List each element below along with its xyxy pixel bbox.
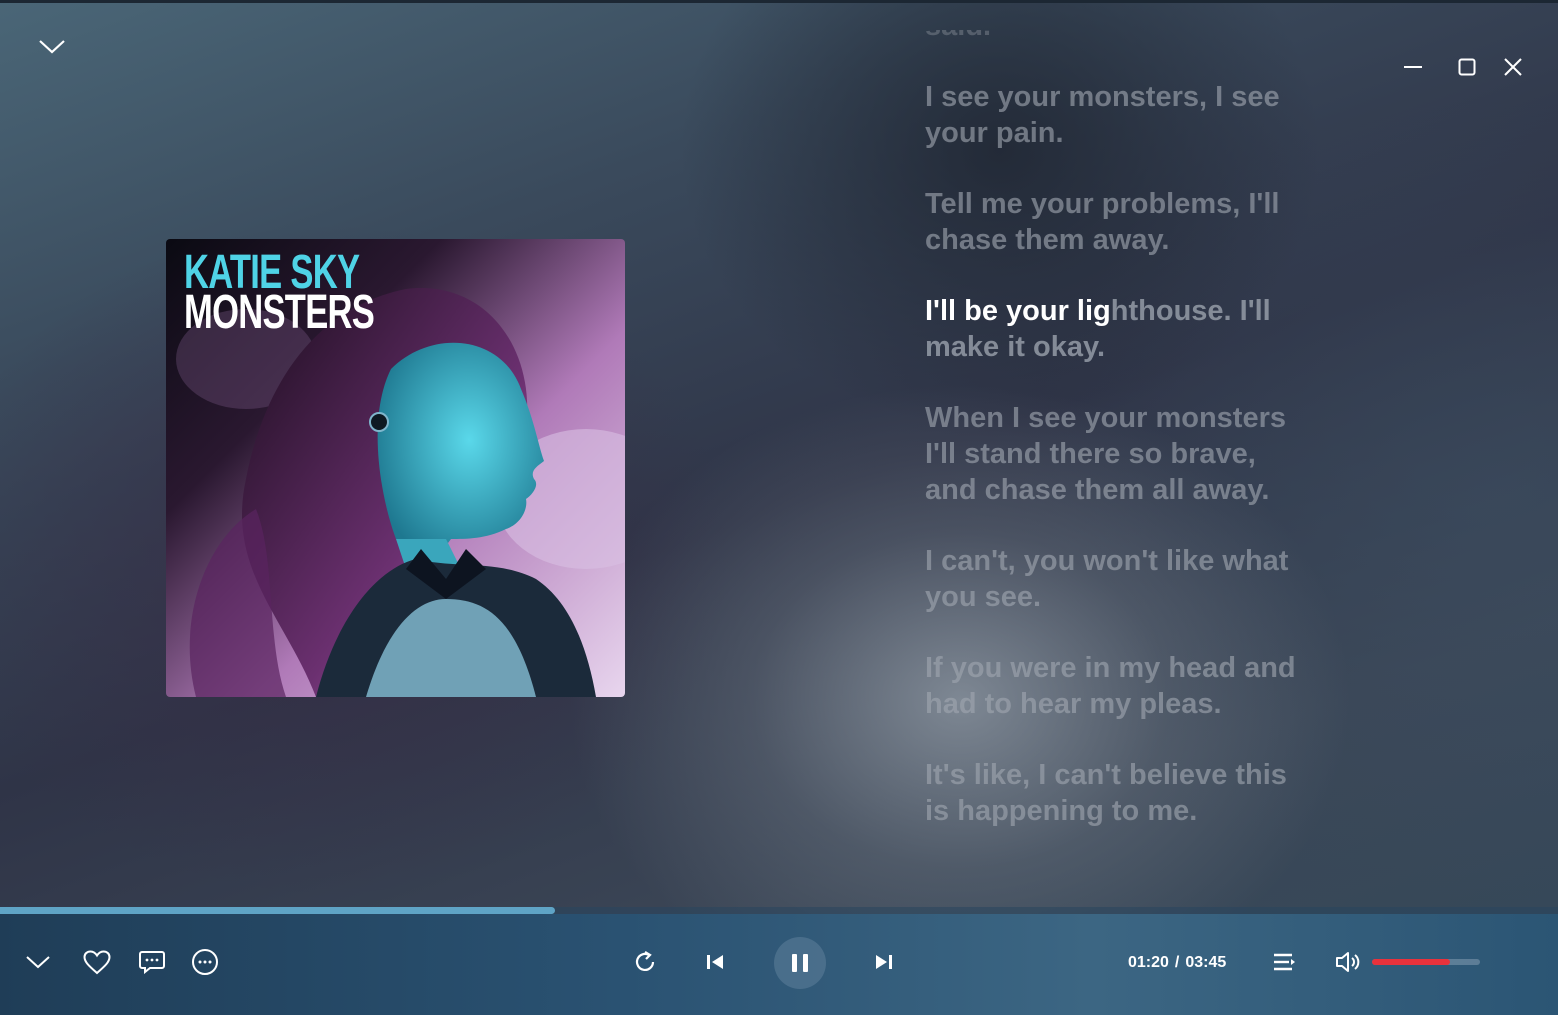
comment-icon[interactable] [134, 944, 170, 980]
minimize-icon[interactable] [1396, 52, 1430, 82]
lyric-line[interactable]: Tell me your problems, I'll chase them a… [925, 186, 1345, 258]
current-time: 01:20 [1128, 954, 1169, 971]
album-cover: KATIE SKY MONSTERS [166, 239, 625, 697]
lyric-line[interactable]: I see your monsters, I see your pain. [925, 79, 1345, 151]
album-cover-text: KATIE SKY MONSTERS [184, 249, 375, 339]
lyrics-panel[interactable]: said. I see your monsters, I see your pa… [925, 30, 1345, 890]
lyric-sung-part: I'll be your lig [925, 295, 1111, 327]
close-icon[interactable] [1496, 52, 1530, 82]
next-icon[interactable] [866, 944, 902, 980]
more-icon[interactable] [187, 944, 223, 980]
progress-bar[interactable] [0, 907, 1558, 914]
lyric-line[interactable]: If you were in my head and had to hear m… [925, 650, 1345, 722]
playlist-icon[interactable] [1266, 944, 1302, 980]
collapse-chevron-down-icon[interactable] [30, 30, 74, 64]
lyric-line[interactable]: It's like, I can't believe this is happe… [925, 757, 1345, 829]
pause-button[interactable] [774, 937, 826, 989]
cover-album-text: MONSTERS [184, 286, 375, 339]
lyric-line-partial: said. [925, 30, 1345, 44]
lyric-line[interactable]: When I see your monsters I'll stand ther… [925, 400, 1345, 508]
volume-fill [1372, 959, 1450, 965]
heart-icon[interactable] [79, 944, 115, 980]
volume-slider[interactable] [1372, 959, 1480, 965]
player-window: KATIE SKY MONSTERS said. I see your mons… [0, 0, 1558, 1015]
lyric-line-active[interactable]: I'll be your lighthouse. I'll make it ok… [925, 293, 1345, 365]
repeat-icon[interactable] [627, 944, 663, 980]
collapse-player-chevron-down-icon[interactable] [20, 944, 56, 980]
maximize-icon[interactable] [1450, 52, 1484, 82]
total-time: 03:45 [1185, 954, 1227, 971]
volume-icon[interactable] [1330, 944, 1366, 980]
playback-time: 01:20 / 03:45 [1128, 954, 1226, 974]
pause-icon [792, 954, 808, 972]
top-strip [0, 0, 1558, 3]
progress-fill [0, 907, 555, 914]
time-separator: / [1174, 954, 1180, 971]
previous-icon[interactable] [697, 944, 733, 980]
lyric-line[interactable]: I can't, you won't like what you see. [925, 543, 1345, 615]
